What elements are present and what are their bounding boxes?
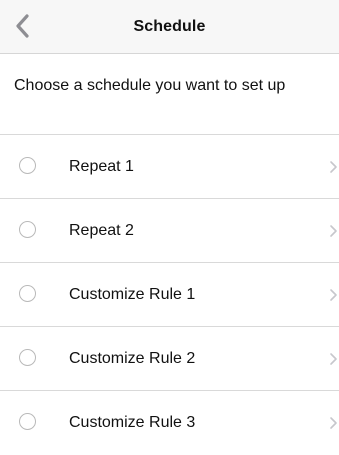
radio-button[interactable] (19, 221, 36, 238)
chevron-right-icon (330, 353, 337, 365)
option-customize-rule-3[interactable]: Customize Rule 3 (0, 391, 339, 455)
option-repeat-2[interactable]: Repeat 2 (0, 199, 339, 263)
instruction-text: Choose a schedule you want to set up (0, 54, 339, 135)
chevron-right-icon (330, 161, 337, 173)
chevron-right-icon (330, 289, 337, 301)
chevron-right-icon (330, 225, 337, 237)
navigation-bar: Schedule (0, 0, 339, 54)
option-customize-rule-2[interactable]: Customize Rule 2 (0, 327, 339, 391)
radio-button[interactable] (19, 413, 36, 430)
option-customize-rule-1[interactable]: Customize Rule 1 (0, 263, 339, 327)
option-repeat-1[interactable]: Repeat 1 (0, 135, 339, 199)
page-title: Schedule (133, 18, 206, 35)
option-label: Customize Rule 3 (69, 414, 196, 431)
schedule-option-list: Repeat 1 Repeat 2 Customize Rule 1 Custo… (0, 135, 339, 455)
radio-button[interactable] (19, 157, 36, 174)
chevron-right-icon (330, 417, 337, 429)
schedule-screen: Schedule Choose a schedule you want to s… (0, 0, 339, 448)
radio-button[interactable] (19, 285, 36, 302)
option-label: Customize Rule 2 (69, 350, 196, 367)
option-label: Repeat 2 (69, 222, 134, 239)
radio-button[interactable] (19, 349, 36, 366)
option-label: Repeat 1 (69, 158, 134, 175)
option-label: Customize Rule 1 (69, 286, 196, 303)
